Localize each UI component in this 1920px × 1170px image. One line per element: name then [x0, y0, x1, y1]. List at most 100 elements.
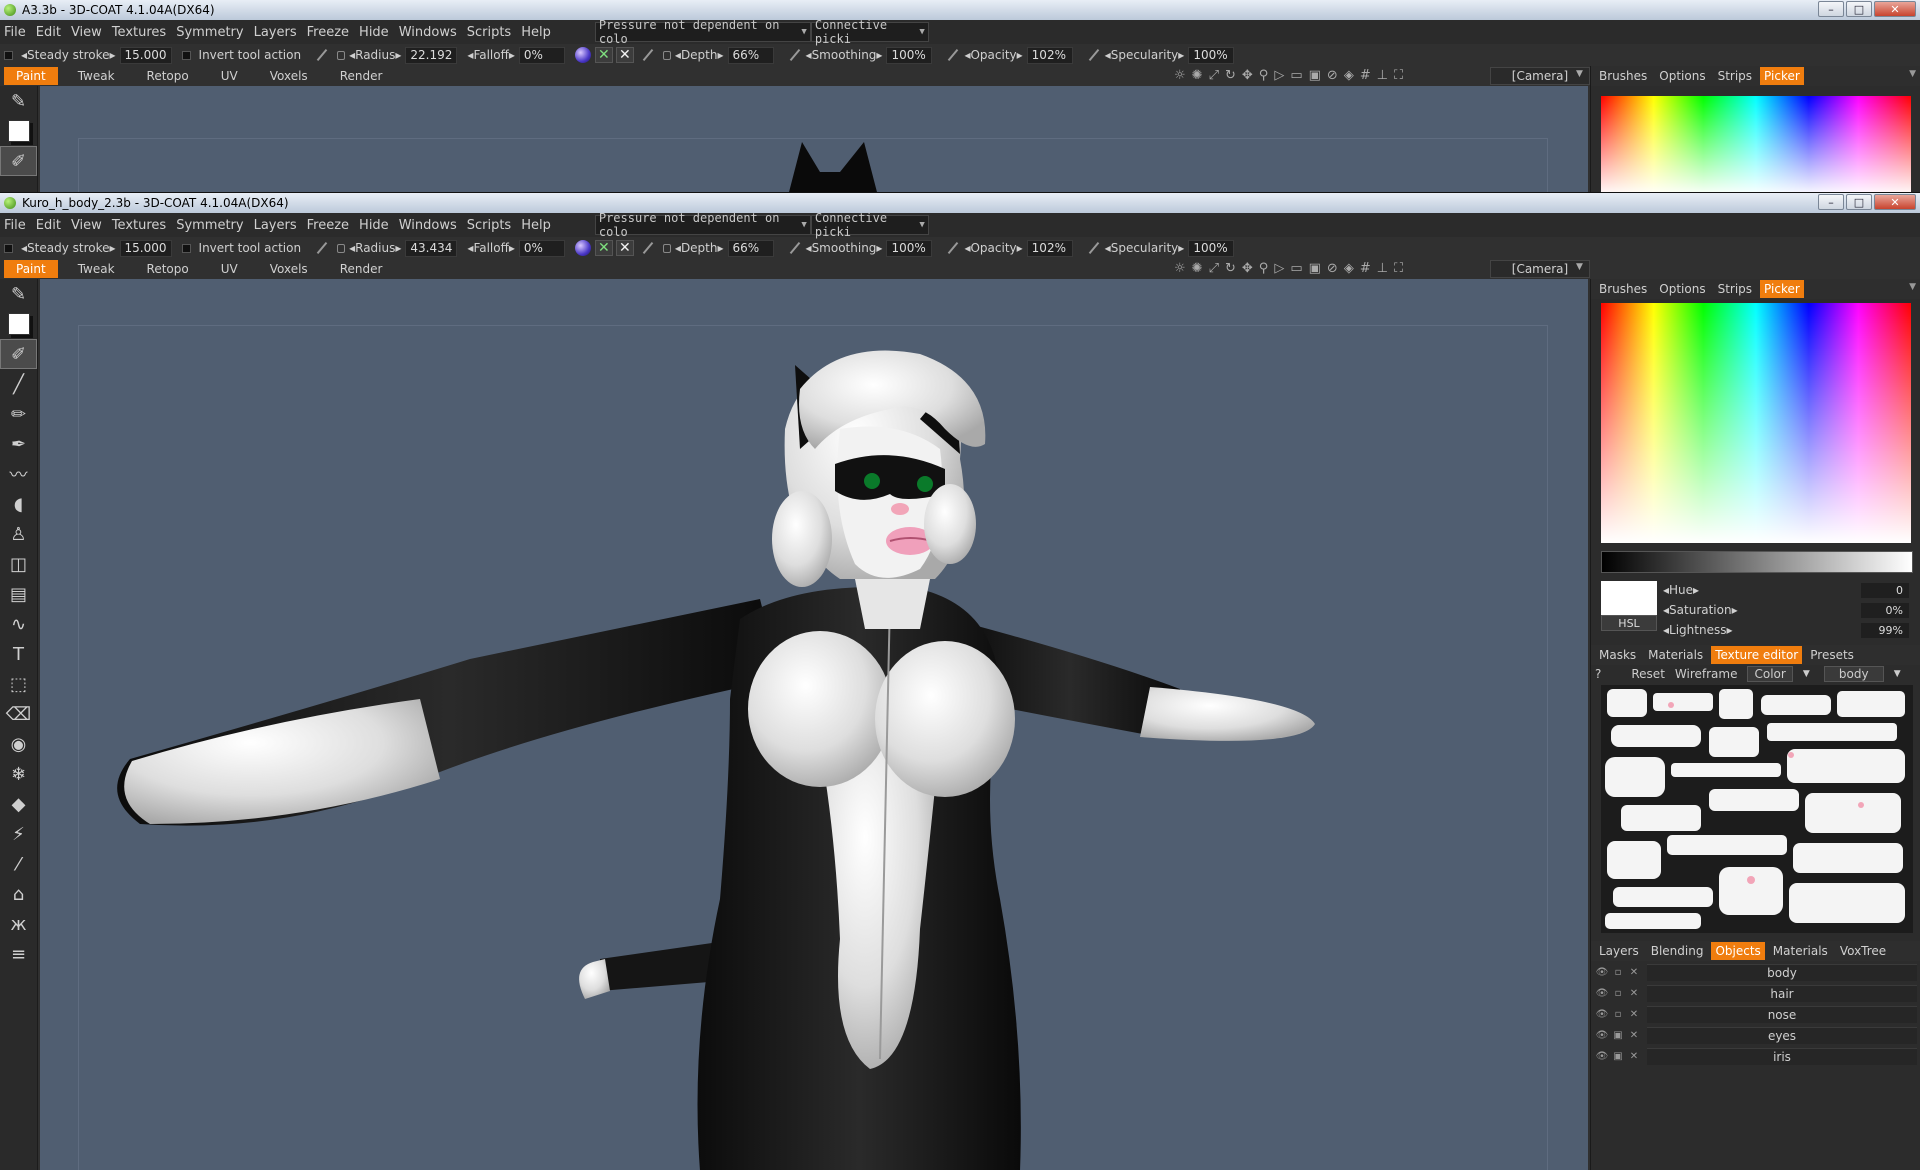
- axis-icon[interactable]: ⊥: [1377, 261, 1388, 276]
- camera-select[interactable]: [Camera]: [1490, 260, 1590, 278]
- wand-icon[interactable]: ⚡: [0, 819, 37, 849]
- tab-voxtree[interactable]: VoxTree: [1836, 942, 1890, 960]
- iron-icon[interactable]: ⌂: [0, 879, 37, 909]
- color-picker-field[interactable]: [1601, 96, 1911, 192]
- depth-value[interactable]: 66%: [727, 239, 774, 257]
- lock-icon[interactable]: ▫: [1611, 1007, 1625, 1021]
- checkbox[interactable]: [4, 50, 13, 60]
- depth-control[interactable]: ◂ Depth ▸ 66%: [637, 239, 774, 257]
- paint-brush-icon[interactable]: ✐: [0, 146, 37, 176]
- object-select[interactable]: body: [1823, 666, 1884, 682]
- object-name[interactable]: hair: [1647, 984, 1917, 1002]
- menu-textures[interactable]: Textures: [112, 218, 174, 233]
- shading-icon[interactable]: ◈: [1344, 261, 1354, 276]
- menu-windows[interactable]: Windows: [399, 25, 465, 40]
- frame-selected-icon[interactable]: ▣: [1309, 261, 1321, 276]
- close-icon[interactable]: ✕: [1627, 1028, 1641, 1042]
- close-button[interactable]: ✕: [1874, 1, 1916, 17]
- menu-scripts[interactable]: Scripts: [467, 218, 519, 233]
- light-icon[interactable]: ✺: [1192, 68, 1203, 83]
- text-icon[interactable]: T: [0, 639, 37, 669]
- tab-voxels[interactable]: Voxels: [258, 67, 320, 85]
- marker-icon[interactable]: ◆: [0, 789, 37, 819]
- eye-icon[interactable]: ◉: [0, 729, 37, 759]
- menu-scripts[interactable]: Scripts: [467, 25, 519, 40]
- specularity-control[interactable]: ◂ Specularity ▸ 100%: [1083, 46, 1235, 64]
- tab-uv[interactable]: UV: [209, 67, 250, 85]
- menu-view[interactable]: View: [71, 25, 110, 40]
- lightness-row[interactable]: ◂ Lightness ▸ 99%: [1663, 621, 1913, 639]
- specular-channel-icon[interactable]: ✕: [615, 47, 634, 63]
- tab-retopo[interactable]: Retopo: [135, 67, 201, 85]
- frame-all-icon[interactable]: ▭: [1290, 261, 1302, 276]
- move-icon[interactable]: ✥: [1242, 261, 1253, 276]
- menu-freeze[interactable]: Freeze: [307, 25, 357, 40]
- menu-windows[interactable]: Windows: [399, 218, 465, 233]
- object-name[interactable]: eyes: [1647, 1026, 1917, 1044]
- hsl-mode-button[interactable]: HSL: [1601, 615, 1657, 631]
- smoothing-control[interactable]: ◂ Smoothing ▸ 100%: [784, 239, 933, 257]
- tab-paint[interactable]: Paint: [4, 67, 58, 85]
- primary-color-swatch[interactable]: [7, 313, 30, 335]
- radius-value[interactable]: 43.434: [405, 239, 458, 257]
- menu-hide[interactable]: Hide: [359, 218, 397, 233]
- menu-edit[interactable]: Edit: [36, 218, 69, 233]
- sun-icon[interactable]: ☼: [1174, 68, 1186, 83]
- smoothing-value[interactable]: 100%: [886, 46, 933, 64]
- menu-help[interactable]: Help: [521, 25, 559, 40]
- snowflake-icon[interactable]: ❄: [0, 759, 37, 789]
- uv-texture-preview[interactable]: [1601, 685, 1913, 933]
- viewport-a[interactable]: [40, 86, 1588, 192]
- smudge-icon[interactable]: 〰: [0, 459, 37, 489]
- object-row-body[interactable]: 👁 ▫ ✕ body: [1595, 963, 1917, 981]
- tab-picker[interactable]: Picker: [1760, 280, 1804, 298]
- camera-select[interactable]: [Camera]: [1490, 67, 1590, 85]
- eye-icon[interactable]: 👁: [1595, 986, 1609, 1000]
- tab-tweak[interactable]: Tweak: [66, 67, 127, 85]
- tab-picker[interactable]: Picker: [1760, 67, 1804, 85]
- grid-icon[interactable]: #: [1360, 68, 1371, 83]
- eye-icon[interactable]: 👁: [1595, 965, 1609, 979]
- picking-dropdown[interactable]: Connective picki ▼: [810, 18, 929, 46]
- menu-hide[interactable]: Hide: [359, 25, 397, 40]
- menu-textures[interactable]: Textures: [112, 25, 174, 40]
- curve-icon[interactable]: ∿: [0, 609, 37, 639]
- move-icon[interactable]: ✥: [1242, 68, 1253, 83]
- tab-tweak[interactable]: Tweak: [66, 260, 127, 278]
- radius-value[interactable]: 22.192: [405, 46, 458, 64]
- scale-icon[interactable]: ⤢: [1209, 68, 1219, 83]
- material-sphere-icon[interactable]: [574, 47, 591, 63]
- tab-strips[interactable]: Strips: [1714, 67, 1756, 85]
- eye-icon[interactable]: 👁: [1595, 1028, 1609, 1042]
- saturation-row[interactable]: ◂ Saturation ▸ 0%: [1663, 601, 1913, 619]
- tab-masks[interactable]: Masks: [1595, 646, 1640, 664]
- window-b-titlebar[interactable]: Kuro_h_body_2.3b - 3D-COAT 4.1.04A(DX64)…: [0, 193, 1920, 213]
- pipette-icon[interactable]: ⁄: [0, 849, 37, 879]
- radius-control[interactable]: ◂ Radius ▸ 43.434: [311, 239, 458, 257]
- rotate-icon[interactable]: ↻: [1225, 68, 1236, 83]
- eye-icon[interactable]: 👁: [1595, 1007, 1609, 1021]
- object-name[interactable]: iris: [1647, 1047, 1917, 1065]
- menu-layers[interactable]: Layers: [254, 25, 305, 40]
- frame-selected-icon[interactable]: ▣: [1309, 68, 1321, 83]
- close-icon[interactable]: ✕: [1627, 1007, 1641, 1021]
- specularity-control[interactable]: ◂ Specularity ▸ 100%: [1083, 239, 1235, 257]
- close-button[interactable]: ✕: [1874, 194, 1916, 210]
- tab-brushes[interactable]: Brushes: [1595, 280, 1651, 298]
- maximize-button[interactable]: □: [1846, 194, 1872, 210]
- tab-materials[interactable]: Materials: [1769, 942, 1832, 960]
- falloff-value[interactable]: 0%: [518, 239, 565, 257]
- lock-icon[interactable]: ▫: [1611, 965, 1625, 979]
- brush-icon[interactable]: ✎: [0, 86, 37, 116]
- falloff-value[interactable]: 0%: [518, 46, 565, 64]
- lock-icon[interactable]: ▣: [1611, 1028, 1625, 1042]
- tab-brushes[interactable]: Brushes: [1595, 67, 1651, 85]
- tab-uv[interactable]: UV: [209, 260, 250, 278]
- window-a-titlebar[interactable]: A3.3b - 3D-COAT 4.1.04A(DX64) – □ ✕: [0, 0, 1920, 20]
- eraser-icon[interactable]: ⌫: [0, 699, 37, 729]
- frame-icon[interactable]: ⬚: [0, 669, 37, 699]
- close-icon[interactable]: ✕: [1627, 1049, 1641, 1063]
- tab-strips[interactable]: Strips: [1714, 280, 1756, 298]
- lock-icon[interactable]: [337, 243, 346, 253]
- opacity-control[interactable]: ◂ Opacity ▸ 102%: [942, 46, 1073, 64]
